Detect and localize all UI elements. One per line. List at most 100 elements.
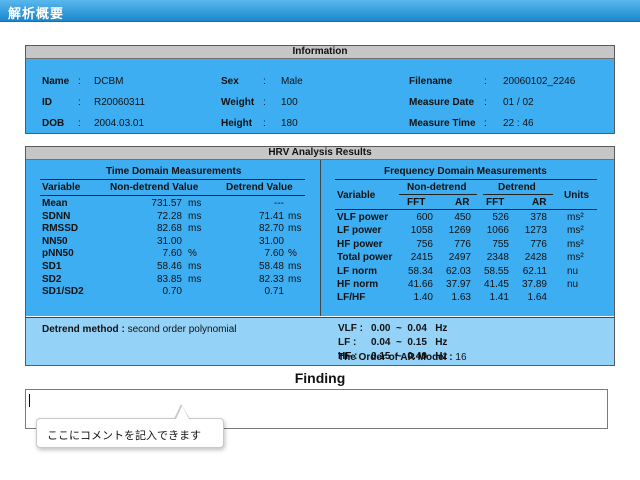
td-header-variable: Variable [42,182,81,193]
sex-label: Sex [221,76,239,87]
td-row-variable: SD1 [42,261,62,272]
fd-row-unit: ms² [567,212,584,223]
fd-row-nondetrend-ar: 62.03 [445,265,471,277]
td-header-detrend: Detrend Value [226,182,293,193]
fd-row-variable: HF norm [337,279,379,290]
fd-row-nondetrend-ar: 2497 [448,252,471,264]
td-row-nondetrend-unit: ms [188,223,202,235]
fd-detrend-rule [483,194,553,195]
frequency-domain-title-rule [335,179,597,180]
fd-row-unit: ms² [567,225,584,237]
td-row-nondetrend-value: 58.46 [156,261,182,272]
fd-row-detrend-fft: 755 [492,238,509,250]
td-row-nondetrend-value: 72.28 [156,210,182,222]
td-row-nondetrend-unit: ms [188,198,202,209]
sex-value: Male [281,76,303,87]
information-panel: Information Name : DCBM ID : R20060311 D… [25,45,615,134]
id-value: R20060311 [94,97,145,108]
fd-row-detrend-fft: 1066 [486,225,509,237]
ar-model-order: The Order of AR Model : 16 [338,352,467,363]
td-row-detrend-unit: ms [288,223,302,235]
td-row-variable: NN50 [42,235,68,247]
fd-row-nondetrend-ar: 450 [454,212,471,223]
td-row-detrend-value: 58.48 [258,261,284,272]
id-label: ID [42,97,52,108]
filename-label: Filename [409,76,453,87]
fd-row-detrend-fft: 1.41 [489,292,509,304]
td-row-detrend-unit: ms [288,210,302,222]
td-row-detrend-value: 0.71 [264,286,284,298]
fd-row-variable: VLF power [337,212,389,223]
td-row-nondetrend-unit: % [188,248,197,260]
time-domain-title-rule [40,179,305,180]
detrend-method-label: Detrend method : [42,324,125,335]
fd-header-variable: Variable [337,190,376,201]
vlf-band-label: VLF : [338,323,363,334]
fd-row-variable: LF/HF [337,292,366,304]
td-row-detrend-value: 31.00 [258,235,284,247]
dob-colon: : [78,118,81,129]
fd-header-ar-2: AR [532,197,547,208]
fd-row-variable: LF norm [337,265,377,277]
td-row-variable: SD2 [42,273,62,285]
td-row-variable: Mean [42,198,68,209]
fd-row-detrend-ar: 776 [530,238,547,250]
fd-header-nondetrend: Non-detrend [407,182,467,193]
td-row-detrend-value: --- [274,198,284,209]
fd-header-detrend: Detrend [498,182,536,193]
weight-label: Weight [221,97,255,108]
filename-colon: : [484,76,487,87]
lf-band-label: LF : [338,337,357,348]
hrv-results-panel: HRV Analysis Results Time Domain Measure… [25,146,615,366]
td-row-variable: pNN50 [42,248,74,260]
fd-row-nondetrend-fft: 41.66 [407,279,433,290]
measure-time-label: Measure Time [409,118,476,129]
td-row-nondetrend-value: 731.57 [151,198,182,209]
height-colon: : [263,118,266,129]
fd-row-detrend-ar: 2428 [524,252,547,264]
fd-row-nondetrend-ar: 776 [454,238,471,250]
td-row-detrend-value: 82.33 [258,273,284,285]
comment-hint-callout: ここにコメントを記入できます [36,418,224,448]
dob-label: DOB [42,118,65,129]
td-row-variable: RMSSD [42,223,79,235]
fd-row-detrend-ar: 378 [530,212,547,223]
td-row-nondetrend-value: 0.70 [162,286,182,298]
fd-row-detrend-fft: 41.45 [483,279,509,290]
information-title: Information [26,46,614,59]
fd-row-detrend-ar: 1273 [524,225,547,237]
fd-row-nondetrend-fft: 756 [416,238,433,250]
information-body: Name : DCBM ID : R20060311 DOB : 2004.03… [26,59,614,133]
td-row-detrend-unit: % [288,248,297,260]
fd-row-nondetrend-fft: 1058 [410,225,433,237]
ar-model-order-label: The Order of AR Model : [338,352,453,363]
finding-title: Finding [294,370,346,386]
measure-date-label: Measure Date [409,97,475,108]
frequency-domain-title: Frequency Domain Measurements [384,166,547,177]
lf-band-range: 0.04 ~ 0.15 Hz [371,337,448,348]
name-value: DCBM [94,76,124,87]
td-row-nondetrend-value: 7.60 [162,248,182,260]
td-row-detrend-value: 82.70 [258,223,284,235]
fd-row-nondetrend-ar: 37.97 [445,279,471,290]
callout-tail-inner [176,406,189,419]
fd-row-detrend-ar: 62.11 [522,265,547,277]
fd-header-ar-1: AR [455,197,470,208]
comment-hint-text: ここにコメントを記入できます [47,429,201,442]
hrv-results-title: HRV Analysis Results [26,147,614,160]
id-colon: : [78,97,81,108]
vlf-band-range: 0.00 ~ 0.04 Hz [371,323,448,334]
filename-value: 20060102_2246 [503,76,576,87]
fd-row-detrend-fft: 526 [492,212,509,223]
height-label: Height [221,118,253,129]
fd-row-nondetrend-fft: 1.40 [413,292,433,304]
fd-row-variable: Total power [337,252,393,264]
measure-time-colon: : [484,118,487,129]
settings-section: Detrend method : second order polynomial… [26,317,614,365]
td-row-nondetrend-value: 82.68 [156,223,182,235]
detrend-method-value: second order polynomial [127,324,237,335]
fd-row-unit: ms² [567,238,584,250]
text-caret [29,394,30,407]
td-row-nondetrend-unit: ms [188,261,202,272]
fd-row-detrend-ar: 37.89 [521,279,547,290]
